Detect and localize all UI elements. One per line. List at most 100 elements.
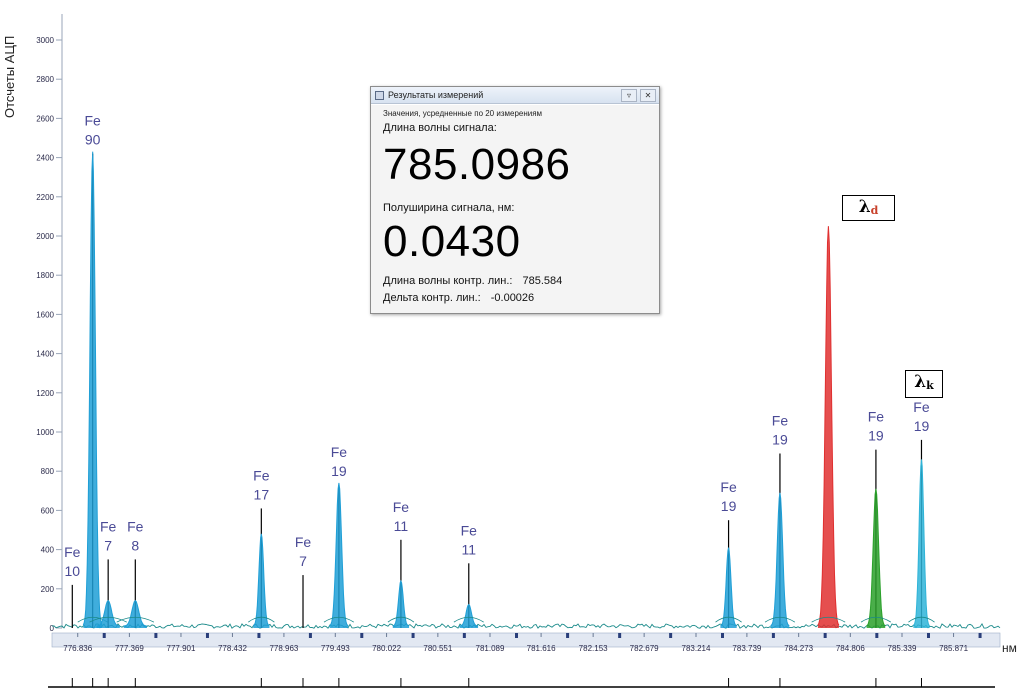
control-delta-value: -0.00026 <box>490 292 535 304</box>
x-tick-label: 784.806 <box>836 644 865 653</box>
x-tick-label: 782.679 <box>630 644 659 653</box>
x-axis-marker <box>154 633 158 638</box>
spectral-peak <box>392 581 410 628</box>
wavelength-value: 785.0986 <box>383 140 571 189</box>
peak-label-element: Fe <box>127 518 144 534</box>
x-tick-label: 781.089 <box>476 644 505 653</box>
x-axis-marker <box>566 633 570 638</box>
x-axis-marker <box>771 633 775 638</box>
x-axis-marker <box>669 633 673 638</box>
x-tick-label: 778.963 <box>269 644 298 653</box>
peak-label-intensity: 11 <box>462 541 477 557</box>
peak-label-intensity: 19 <box>868 428 884 444</box>
control-wavelength-row: Длина волны контр. лин.: 785.584 <box>383 275 562 287</box>
y-tick-label: 1200 <box>36 389 54 398</box>
spectral-peak <box>866 488 886 628</box>
lambda-d-label: λd <box>842 195 895 221</box>
y-tick-label: 2200 <box>36 193 54 202</box>
x-axis-unit: нм <box>1002 641 1017 655</box>
control-wavelength-label: Длина волны контр. лин.: <box>383 275 513 287</box>
y-tick-label: 200 <box>41 585 55 594</box>
control-delta-label: Дельта контр. лин.: <box>383 292 481 304</box>
x-axis-marker <box>721 633 724 638</box>
x-axis-marker <box>257 633 261 638</box>
close-icon[interactable]: ✕ <box>640 88 656 102</box>
y-tick-label: 800 <box>41 467 55 476</box>
y-axis-title: Отсчеты АЦП <box>2 36 17 118</box>
spectral-peak <box>253 533 270 628</box>
spectrum-figure: 0 200 400 600 800 1000 1200 1400 1600 1800 2000 220… <box>0 0 1033 691</box>
x-axis-marker <box>926 633 930 638</box>
y-tick-label: 400 <box>41 546 55 555</box>
x-axis-marker <box>823 633 827 638</box>
x-tick-label: 780.551 <box>423 644 452 653</box>
results-dialog-body: Значения, усредненные по 20 измерениям Д… <box>371 104 659 313</box>
peak-label-element: Fe <box>64 544 81 560</box>
baseline-noise <box>51 622 1001 629</box>
x-axis-marker <box>205 633 209 638</box>
peak-label-intensity: 8 <box>131 537 139 553</box>
control-delta-row: Дельта контр. лин.: -0.00026 <box>383 292 534 304</box>
y-tick-label: 3000 <box>36 36 54 45</box>
x-axis-marker <box>411 633 415 638</box>
spectral-peak <box>83 151 102 628</box>
x-tick-label: 785.871 <box>939 644 968 653</box>
y-tick-label: 2600 <box>36 114 54 123</box>
peak-label-element: Fe <box>253 467 270 483</box>
peak-label-intensity: 7 <box>104 537 112 553</box>
x-axis-marker <box>308 633 312 638</box>
x-axis-marker <box>978 633 982 638</box>
window-app-icon <box>375 90 384 100</box>
peak-label-element: Fe <box>331 444 348 460</box>
peak-label-intensity: 7 <box>299 553 307 569</box>
halfwidth-value: 0.0430 <box>383 217 521 266</box>
results-dialog-titlebar[interactable]: Результаты измерений ▿ ✕ <box>371 87 659 104</box>
y-tick-label: 2800 <box>36 75 54 84</box>
x-tick-label: 777.369 <box>115 644 144 653</box>
peak-label-element: Fe <box>868 409 885 425</box>
peak-label-element: Fe <box>772 413 789 429</box>
peak-label-element: Fe <box>720 479 737 495</box>
pin-icon[interactable]: ▿ <box>621 88 637 102</box>
x-tick-label: 785.339 <box>888 644 917 653</box>
peak-label-element: Fe <box>913 399 930 415</box>
x-axis-marker <box>462 633 466 638</box>
y-tick-label: 2000 <box>36 232 54 241</box>
peak-label-intensity: 19 <box>331 463 347 479</box>
x-tick-label: 780.022 <box>372 644 401 653</box>
peak-label-element: Fe <box>100 518 117 534</box>
lambda-k-label: λk <box>905 370 943 398</box>
y-tick-label: 1000 <box>36 428 54 437</box>
results-dialog[interactable]: Результаты измерений ▿ ✕ Значения, усред… <box>370 86 660 314</box>
peak-label-intensity: 11 <box>394 518 409 534</box>
spectral-peak <box>123 600 147 628</box>
x-axis-marker <box>515 633 519 638</box>
x-tick-label: 783.739 <box>732 644 761 653</box>
averaging-note: Значения, усредненные по 20 измерениям <box>383 109 543 118</box>
x-tick-label: 783.214 <box>682 644 711 653</box>
peak-label-intensity: 17 <box>254 486 270 502</box>
peak-label-element: Fe <box>461 522 478 538</box>
wavelength-label: Длина волны сигнала: <box>383 122 497 134</box>
x-tick-label: 781.616 <box>527 644 556 653</box>
x-axis-marker <box>102 633 106 638</box>
x-tick-label: 782.153 <box>579 644 608 653</box>
x-axis-marker <box>360 633 364 638</box>
spectral-peak <box>770 492 790 628</box>
x-tick-label: 779.493 <box>321 644 350 653</box>
results-dialog-title: Результаты измерений <box>388 90 484 100</box>
spectral-peak <box>817 226 839 628</box>
y-tick-label: 2400 <box>36 154 54 163</box>
y-tick-label: 1400 <box>36 350 54 359</box>
peak-label-element: Fe <box>393 499 410 515</box>
peak-label-element: Fe <box>295 534 312 550</box>
y-tick-label: 600 <box>41 506 55 515</box>
y-tick-label: 1600 <box>36 310 54 319</box>
y-tick-label: 0 <box>50 624 55 633</box>
peak-label-intensity: 19 <box>914 418 930 434</box>
y-tick-label: 1800 <box>36 271 54 280</box>
halfwidth-label: Полуширина сигнала, нм: <box>383 202 515 214</box>
x-tick-label: 777.901 <box>167 644 196 653</box>
peak-label-intensity: 90 <box>85 132 101 148</box>
peak-label-intensity: 10 <box>65 563 81 579</box>
